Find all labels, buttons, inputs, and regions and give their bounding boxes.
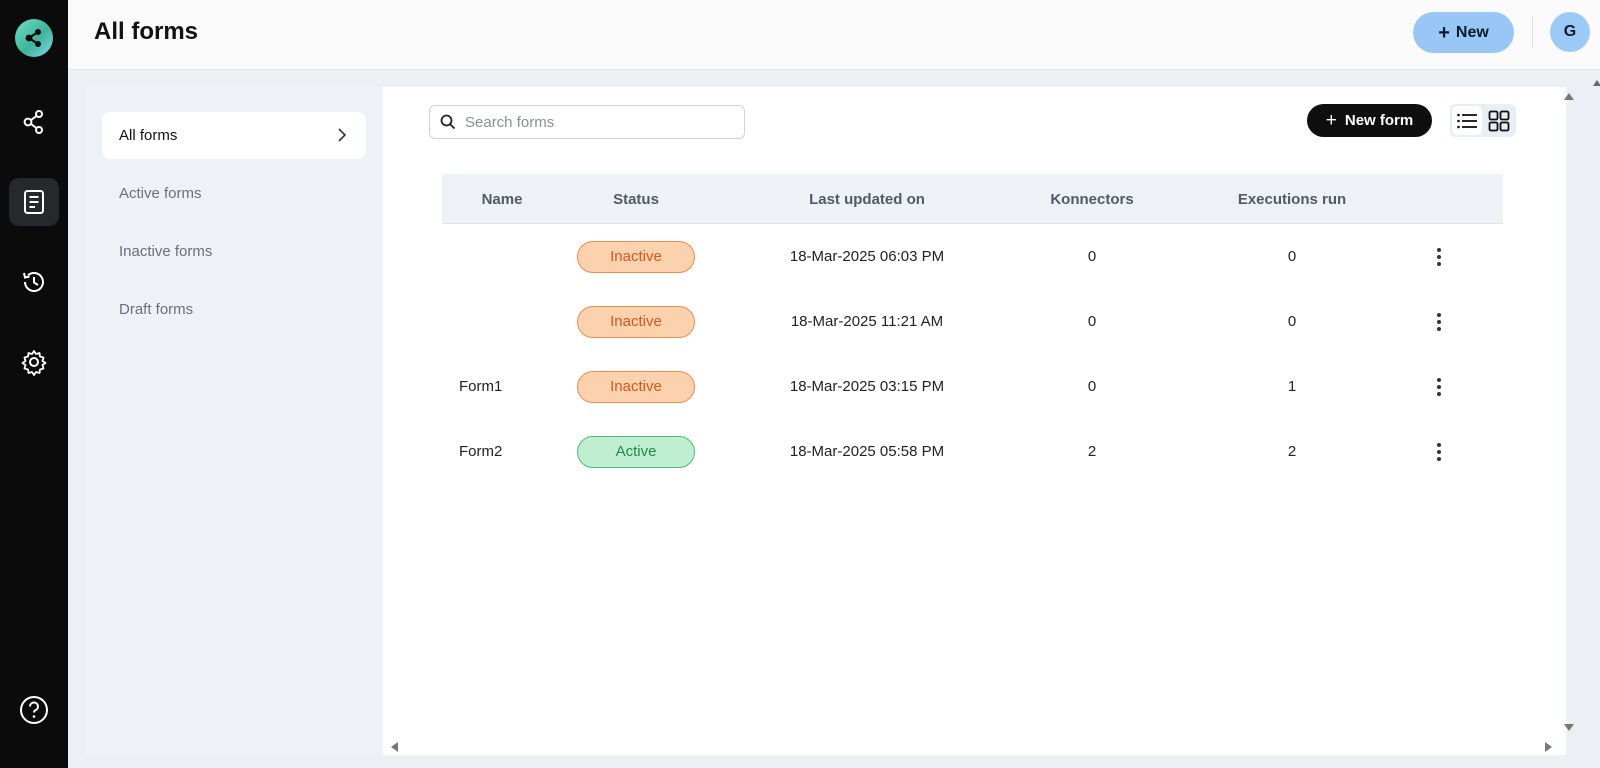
- search-box[interactable]: [429, 105, 745, 139]
- nav-settings[interactable]: [9, 338, 59, 386]
- column-header-name[interactable]: Name: [452, 174, 552, 224]
- status-badge: Inactive: [577, 370, 695, 403]
- column-header-konnectors[interactable]: Konnectors: [1037, 174, 1147, 224]
- table-row[interactable]: Form1 Inactive 18-Mar-2025 03:15 PM 0 1: [442, 354, 1503, 419]
- row-actions-button[interactable]: [1427, 224, 1451, 289]
- cell-status: Inactive: [577, 354, 695, 419]
- grid-icon: [1488, 110, 1510, 131]
- help-button[interactable]: [9, 686, 59, 734]
- scroll-left-arrow[interactable]: [391, 742, 398, 752]
- cell-konnectors: 2: [1087, 443, 1097, 460]
- column-header-executions[interactable]: Executions run: [1222, 174, 1362, 224]
- app-logo[interactable]: [15, 19, 53, 57]
- new-button-label: New: [1455, 23, 1489, 41]
- row-actions-button[interactable]: [1427, 354, 1451, 419]
- cell-name: [459, 224, 569, 289]
- list-view-button[interactable]: [1452, 106, 1482, 135]
- cell-last-updated: 18-Mar-2025 06:03 PM: [789, 248, 945, 265]
- more-vertical-icon: [1437, 377, 1441, 396]
- search-icon: [440, 114, 456, 130]
- sidebar-item-label: Inactive forms: [119, 243, 213, 260]
- sidebar-item-label: Draft forms: [119, 301, 194, 318]
- plus-icon: +: [1438, 21, 1450, 44]
- sidebar-item-active-forms[interactable]: Active forms: [102, 170, 366, 217]
- cell-executions: 0: [1287, 248, 1297, 265]
- main-content: + New form Name Status Last updated on K…: [383, 87, 1566, 755]
- table-row[interactable]: Inactive 18-Mar-2025 11:21 AM 0 0: [442, 289, 1503, 354]
- left-rail: [0, 0, 68, 768]
- cell-executions: 0: [1287, 313, 1297, 330]
- table-row[interactable]: Form2 Active 18-Mar-2025 05:58 PM 2 2: [442, 419, 1503, 484]
- plus-icon: +: [1325, 110, 1337, 131]
- new-button[interactable]: + New: [1413, 12, 1514, 53]
- cell-konnectors: 0: [1087, 248, 1097, 265]
- cell-last-updated: 18-Mar-2025 05:58 PM: [789, 443, 945, 460]
- document-icon: [24, 190, 44, 214]
- share-logo-icon: [25, 29, 41, 47]
- page-scroll-up-arrow[interactable]: [1593, 80, 1600, 86]
- search-input[interactable]: [465, 113, 725, 131]
- cell-executions: 1: [1287, 378, 1297, 395]
- cell-name: [459, 289, 569, 354]
- scroll-right-arrow[interactable]: [1545, 742, 1552, 752]
- top-header: All forms + New G: [68, 0, 1600, 70]
- more-vertical-icon: [1437, 442, 1441, 461]
- header-divider: [1532, 16, 1533, 48]
- cell-konnectors: 0: [1087, 313, 1097, 330]
- scroll-down-arrow[interactable]: [1564, 724, 1574, 731]
- cell-status: Inactive: [577, 289, 695, 354]
- nav-forms[interactable]: [9, 178, 59, 226]
- more-vertical-icon: [1437, 312, 1441, 331]
- table-row[interactable]: Inactive 18-Mar-2025 06:03 PM 0 0: [442, 224, 1503, 289]
- cell-status: Active: [577, 419, 695, 484]
- status-badge: Active: [577, 435, 695, 468]
- row-actions-button[interactable]: [1427, 419, 1451, 484]
- forms-table: Name Status Last updated on Konnectors E…: [442, 174, 1503, 484]
- grid-view-button[interactable]: [1484, 106, 1514, 135]
- history-icon: [23, 272, 44, 292]
- sidebar-item-label: All forms: [119, 127, 178, 144]
- more-vertical-icon: [1437, 247, 1441, 266]
- sidebar-item-inactive-forms[interactable]: Inactive forms: [102, 228, 366, 275]
- list-icon: [1457, 113, 1477, 128]
- nav-konnectors[interactable]: [9, 98, 59, 146]
- cell-status: Inactive: [577, 224, 695, 289]
- sidebar-item-draft-forms[interactable]: Draft forms: [102, 286, 366, 333]
- new-form-label: New form: [1344, 112, 1414, 129]
- table-header: Name Status Last updated on Konnectors E…: [442, 174, 1503, 224]
- sidebar-item-all-forms[interactable]: All forms: [102, 112, 366, 159]
- share-nodes-icon: [23, 110, 43, 134]
- column-header-last-updated[interactable]: Last updated on: [762, 174, 972, 224]
- new-form-button[interactable]: + New form: [1307, 104, 1432, 137]
- cell-name: Form1: [459, 378, 503, 395]
- forms-filter-panel: All forms Active forms Inactive forms Dr…: [85, 87, 383, 755]
- page-title: All forms: [94, 18, 199, 45]
- cell-executions: 2: [1287, 443, 1297, 460]
- row-actions-button[interactable]: [1427, 289, 1451, 354]
- cell-name: Form2: [459, 443, 503, 460]
- gear-icon: [21, 350, 47, 376]
- cell-last-updated: 18-Mar-2025 11:21 AM: [790, 313, 944, 330]
- status-badge: Inactive: [577, 240, 695, 273]
- scroll-up-arrow[interactable]: [1564, 93, 1574, 100]
- cell-last-updated: 18-Mar-2025 03:15 PM: [789, 378, 945, 395]
- nav-history[interactable]: [9, 258, 59, 306]
- view-toggle: [1450, 104, 1516, 137]
- column-header-status[interactable]: Status: [577, 174, 695, 224]
- avatar[interactable]: G: [1550, 12, 1590, 52]
- help-circle-icon: [20, 696, 48, 724]
- sidebar-item-label: Active forms: [119, 185, 202, 202]
- cell-konnectors: 0: [1087, 378, 1097, 395]
- chevron-right-icon: [338, 128, 347, 142]
- status-badge: Inactive: [577, 305, 695, 338]
